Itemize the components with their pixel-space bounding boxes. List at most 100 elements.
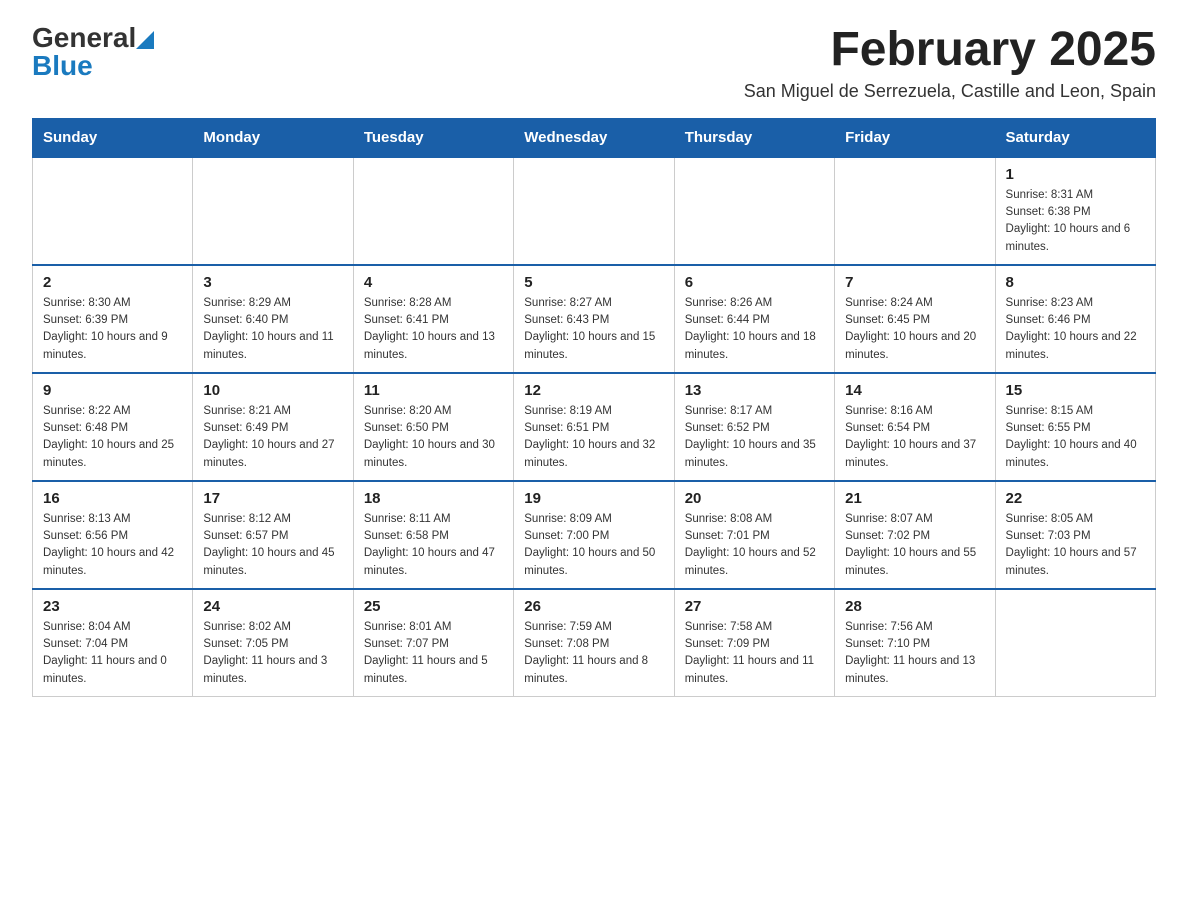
calendar-week-row: 9Sunrise: 8:22 AMSunset: 6:48 PMDaylight… <box>33 373 1156 481</box>
day-info: Sunrise: 8:19 AMSunset: 6:51 PMDaylight:… <box>524 403 663 472</box>
day-info: Sunrise: 8:15 AMSunset: 6:55 PMDaylight:… <box>1006 403 1145 472</box>
calendar-header-wednesday: Wednesday <box>514 118 674 157</box>
day-number: 19 <box>524 490 663 507</box>
calendar-week-row: 23Sunrise: 8:04 AMSunset: 7:04 PMDayligh… <box>33 589 1156 697</box>
day-number: 3 <box>203 274 342 291</box>
day-info: Sunrise: 7:59 AMSunset: 7:08 PMDaylight:… <box>524 619 663 688</box>
day-number: 2 <box>43 274 182 291</box>
day-number: 13 <box>685 382 824 399</box>
calendar-day-cell: 24 Sunrise: 8:02 AMSunset: 7:05 PMDayligh… <box>193 589 353 697</box>
calendar-day-cell: 12 Sunrise: 8:19 AMSunset: 6:51 PMDayligh… <box>514 373 674 481</box>
calendar-week-row: 1 Sunrise: 8:31 AMSunset: 6:38 PMDaylight… <box>33 157 1156 265</box>
day-info: Sunrise: 8:20 AMSunset: 6:50 PMDaylight:… <box>364 403 503 472</box>
day-info: Sunrise: 8:28 AMSunset: 6:41 PMDaylight:… <box>364 295 503 364</box>
calendar-day-cell: 19 Sunrise: 8:09 AMSunset: 7:00 PMDayligh… <box>514 481 674 589</box>
title-section: February 2025 San Miguel de Serrezuela, … <box>744 24 1156 102</box>
calendar-empty-cell <box>674 157 834 265</box>
day-info: Sunrise: 8:13 AMSunset: 6:56 PMDaylight:… <box>43 511 182 580</box>
day-number: 24 <box>203 598 342 615</box>
calendar-header-tuesday: Tuesday <box>353 118 513 157</box>
day-number: 28 <box>845 598 984 615</box>
calendar-day-cell: 14 Sunrise: 8:16 AMSunset: 6:54 PMDayligh… <box>835 373 995 481</box>
day-number: 26 <box>524 598 663 615</box>
calendar-day-cell: 16 Sunrise: 8:13 AMSunset: 6:56 PMDayligh… <box>33 481 193 589</box>
day-info: Sunrise: 8:04 AMSunset: 7:04 PMDaylight:… <box>43 619 182 688</box>
calendar-title: February 2025 <box>744 24 1156 77</box>
day-info: Sunrise: 8:17 AMSunset: 6:52 PMDaylight:… <box>685 403 824 472</box>
day-number: 22 <box>1006 490 1145 507</box>
day-info: Sunrise: 8:11 AMSunset: 6:58 PMDaylight:… <box>364 511 503 580</box>
day-info: Sunrise: 8:02 AMSunset: 7:05 PMDaylight:… <box>203 619 342 688</box>
day-info: Sunrise: 7:56 AMSunset: 7:10 PMDaylight:… <box>845 619 984 688</box>
calendar-empty-cell <box>33 157 193 265</box>
calendar-header-friday: Friday <box>835 118 995 157</box>
calendar-header-sunday: Sunday <box>33 118 193 157</box>
day-number: 8 <box>1006 274 1145 291</box>
calendar-day-cell: 2 Sunrise: 8:30 AMSunset: 6:39 PMDaylight… <box>33 265 193 373</box>
day-info: Sunrise: 8:29 AMSunset: 6:40 PMDaylight:… <box>203 295 342 364</box>
day-info: Sunrise: 8:30 AMSunset: 6:39 PMDaylight:… <box>43 295 182 364</box>
calendar-day-cell: 21Sunrise: 8:07 AMSunset: 7:02 PMDayligh… <box>835 481 995 589</box>
calendar-empty-cell <box>995 589 1155 697</box>
day-info: Sunrise: 8:23 AMSunset: 6:46 PMDaylight:… <box>1006 295 1145 364</box>
calendar-day-cell: 11 Sunrise: 8:20 AMSunset: 6:50 PMDayligh… <box>353 373 513 481</box>
calendar-header-monday: Monday <box>193 118 353 157</box>
day-number: 27 <box>685 598 824 615</box>
day-number: 5 <box>524 274 663 291</box>
day-number: 14 <box>845 382 984 399</box>
calendar-day-cell: 17 Sunrise: 8:12 AMSunset: 6:57 PMDayligh… <box>193 481 353 589</box>
logo-blue: Blue <box>32 50 93 81</box>
calendar-day-cell: 9Sunrise: 8:22 AMSunset: 6:48 PMDaylight… <box>33 373 193 481</box>
day-info: Sunrise: 8:24 AMSunset: 6:45 PMDaylight:… <box>845 295 984 364</box>
calendar-subtitle: San Miguel de Serrezuela, Castille and L… <box>744 81 1156 102</box>
calendar-day-cell: 20 Sunrise: 8:08 AMSunset: 7:01 PMDayligh… <box>674 481 834 589</box>
day-number: 16 <box>43 490 182 507</box>
day-info: Sunrise: 8:01 AMSunset: 7:07 PMDaylight:… <box>364 619 503 688</box>
day-info: Sunrise: 8:31 AMSunset: 6:38 PMDaylight:… <box>1006 187 1145 256</box>
page-header: General Blue February 2025 San Miguel de… <box>32 24 1156 102</box>
day-number: 7 <box>845 274 984 291</box>
calendar-empty-cell <box>514 157 674 265</box>
calendar-day-cell: 18 Sunrise: 8:11 AMSunset: 6:58 PMDayligh… <box>353 481 513 589</box>
day-info: Sunrise: 8:26 AMSunset: 6:44 PMDaylight:… <box>685 295 824 364</box>
day-number: 25 <box>364 598 503 615</box>
day-number: 1 <box>1006 166 1145 183</box>
calendar-day-cell: 4 Sunrise: 8:28 AMSunset: 6:41 PMDaylight… <box>353 265 513 373</box>
calendar-empty-cell <box>835 157 995 265</box>
calendar-day-cell: 26 Sunrise: 7:59 AMSunset: 7:08 PMDayligh… <box>514 589 674 697</box>
calendar-table: SundayMondayTuesdayWednesdayThursdayFrid… <box>32 118 1156 697</box>
calendar-week-row: 2 Sunrise: 8:30 AMSunset: 6:39 PMDaylight… <box>33 265 1156 373</box>
calendar-day-cell: 3 Sunrise: 8:29 AMSunset: 6:40 PMDaylight… <box>193 265 353 373</box>
day-info: Sunrise: 8:16 AMSunset: 6:54 PMDaylight:… <box>845 403 984 472</box>
calendar-day-cell: 22Sunrise: 8:05 AMSunset: 7:03 PMDayligh… <box>995 481 1155 589</box>
calendar-header-saturday: Saturday <box>995 118 1155 157</box>
calendar-empty-cell <box>193 157 353 265</box>
logo-triangle-icon <box>136 27 154 49</box>
day-number: 15 <box>1006 382 1145 399</box>
calendar-week-row: 16 Sunrise: 8:13 AMSunset: 6:56 PMDayligh… <box>33 481 1156 589</box>
day-number: 17 <box>203 490 342 507</box>
day-number: 12 <box>524 382 663 399</box>
day-info: Sunrise: 8:08 AMSunset: 7:01 PMDaylight:… <box>685 511 824 580</box>
day-number: 20 <box>685 490 824 507</box>
day-info: Sunrise: 8:12 AMSunset: 6:57 PMDaylight:… <box>203 511 342 580</box>
calendar-day-cell: 10 Sunrise: 8:21 AMSunset: 6:49 PMDayligh… <box>193 373 353 481</box>
calendar-day-cell: 25 Sunrise: 8:01 AMSunset: 7:07 PMDayligh… <box>353 589 513 697</box>
logo-general: General <box>32 24 136 52</box>
calendar-day-cell: 8 Sunrise: 8:23 AMSunset: 6:46 PMDaylight… <box>995 265 1155 373</box>
day-number: 11 <box>364 382 503 399</box>
day-number: 9 <box>43 382 182 399</box>
day-number: 10 <box>203 382 342 399</box>
day-number: 18 <box>364 490 503 507</box>
day-number: 4 <box>364 274 503 291</box>
calendar-day-cell: 27Sunrise: 7:58 AMSunset: 7:09 PMDayligh… <box>674 589 834 697</box>
calendar-day-cell: 5Sunrise: 8:27 AMSunset: 6:43 PMDaylight… <box>514 265 674 373</box>
calendar-header-thursday: Thursday <box>674 118 834 157</box>
calendar-day-cell: 23Sunrise: 8:04 AMSunset: 7:04 PMDayligh… <box>33 589 193 697</box>
day-number: 6 <box>685 274 824 291</box>
calendar-day-cell: 13 Sunrise: 8:17 AMSunset: 6:52 PMDayligh… <box>674 373 834 481</box>
day-info: Sunrise: 8:21 AMSunset: 6:49 PMDaylight:… <box>203 403 342 472</box>
day-info: Sunrise: 8:09 AMSunset: 7:00 PMDaylight:… <box>524 511 663 580</box>
calendar-day-cell: 28 Sunrise: 7:56 AMSunset: 7:10 PMDayligh… <box>835 589 995 697</box>
calendar-day-cell: 15 Sunrise: 8:15 AMSunset: 6:55 PMDayligh… <box>995 373 1155 481</box>
